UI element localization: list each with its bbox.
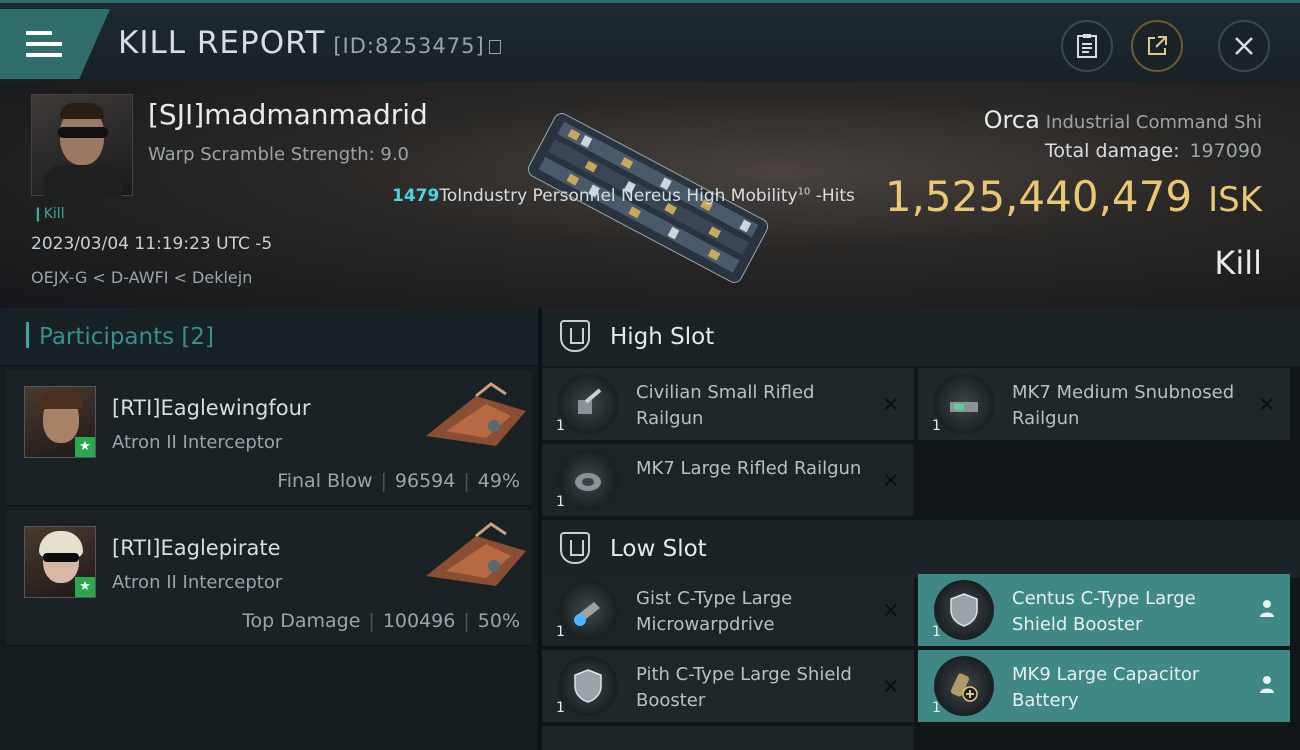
result-label: Kill	[1214, 244, 1262, 282]
copy-icon[interactable]	[488, 40, 501, 54]
victim-ship[interactable]: Orca Industrial Command Shi	[984, 106, 1262, 134]
participants-panel: Participants [2] ★ [RTI]Eaglewingfour At…	[0, 308, 538, 750]
isk-value: 1,525,440,479 ISK	[884, 172, 1262, 221]
railgun-icon	[558, 450, 618, 510]
shield-booster-icon	[934, 580, 994, 640]
module-item[interactable]: 1 Civilian Small Rifled Railgun ×	[542, 368, 914, 440]
high-slot-header: High Slot	[542, 308, 1300, 366]
star-icon: ★	[75, 437, 95, 457]
destroyed-icon: ×	[881, 674, 900, 699]
kill-datetime: 2023/03/04 11:19:23 UTC -5	[31, 234, 273, 254]
module-item[interactable]: 1 MK7 Large Rifled Railgun ×	[542, 444, 914, 516]
destroyed-icon: ×	[881, 598, 900, 623]
railgun-icon	[934, 374, 994, 434]
module-item[interactable]: 1 Pith C-Type Large Shield Booster ×	[542, 650, 914, 722]
kill-id: [ID:8253475]	[333, 34, 485, 58]
module-name: Pith C-Type Large Shield Booster	[636, 664, 852, 711]
atron-ship-image	[426, 382, 526, 446]
participant-name: [RTI]Eaglewingfour	[112, 396, 311, 420]
module-name: Civilian Small Rifled Railgun	[636, 382, 815, 429]
kill-tag: ❙Kill	[32, 206, 65, 222]
module-item-dropped[interactable]: 1 Centus C-Type Large Shield Booster	[918, 574, 1290, 646]
title-bar: KILL REPORT [ID:8253475]	[0, 0, 1300, 82]
share-icon[interactable]	[1131, 20, 1183, 72]
module-name: MK7 Medium Snubnosed Railgun	[1012, 382, 1235, 429]
ship-class: Industrial Command Shi	[1045, 112, 1262, 133]
warp-scramble-strength: Warp Scramble Strength: 9.0	[148, 144, 410, 165]
low-slot-header: Low Slot	[542, 520, 1300, 578]
destroyed-icon: ×	[881, 392, 900, 417]
high-slot-icon	[560, 320, 590, 352]
capacitor-battery-icon	[934, 656, 994, 716]
destroyed-icon: ×	[881, 468, 900, 493]
participant-avatar[interactable]: ★	[24, 386, 96, 458]
participant-ship: Atron II Interceptor	[112, 432, 283, 453]
fitting-panel: High Slot 1 Civilian Small Rifled Railgu…	[542, 308, 1300, 750]
participant-stats: Final Blow | 96594 | 49%	[277, 470, 520, 492]
microwarpdrive-icon	[558, 580, 618, 640]
victim-portrait[interactable]	[31, 94, 133, 197]
participant-row[interactable]: ★ [RTI]Eaglewingfour Atron II Intercepto…	[6, 370, 532, 506]
total-damage: Total damage: 197090	[1045, 140, 1262, 162]
destroyed-icon: ×	[1257, 392, 1276, 417]
victim-header: [SJI]madmanmadrid Warp Scramble Strength…	[0, 82, 1300, 308]
person-icon	[1258, 674, 1276, 699]
module-item[interactable]: 1 Gist C-Type Large Microwarpdrive ×	[542, 574, 914, 646]
menu-button[interactable]	[0, 9, 110, 79]
star-icon: ★	[75, 577, 95, 597]
module-name: MK9 Large Capacitor Battery	[1012, 664, 1200, 711]
participant-stats: Top Damage | 100496 | 50%	[242, 610, 520, 632]
module-item[interactable]: 1 MK7 Medium Snubnosed Railgun ×	[918, 368, 1290, 440]
hamburger-icon	[26, 31, 62, 57]
page-title: KILL REPORT [ID:8253475]	[118, 25, 501, 61]
low-slot-icon	[560, 532, 590, 564]
participants-header[interactable]: Participants [2]	[0, 308, 538, 366]
participant-ship: Atron II Interceptor	[112, 572, 283, 593]
kill-location[interactable]: OEJX-G < D-AWFI < Deklejn	[31, 268, 252, 287]
participant-avatar[interactable]: ★	[24, 526, 96, 598]
module-item-partial[interactable]	[542, 726, 914, 750]
participant-name: [RTI]Eaglepirate	[112, 536, 281, 560]
participant-row[interactable]: ★ [RTI]Eaglepirate Atron II Interceptor …	[6, 510, 532, 646]
close-icon[interactable]	[1218, 20, 1270, 72]
shield-booster-icon	[558, 656, 618, 716]
atron-ship-image	[426, 522, 526, 586]
module-item-dropped[interactable]: 1 MK9 Large Capacitor Battery	[918, 650, 1290, 722]
clipboard-icon[interactable]	[1061, 20, 1113, 72]
module-name: MK7 Large Rifled Railgun	[636, 458, 862, 479]
victim-name[interactable]: [SJI]madmanmadrid	[148, 98, 428, 131]
railgun-icon	[558, 374, 618, 434]
activity-ticker: 1479ToIndustry Personnel Nereus High Mob…	[392, 186, 855, 206]
module-name: Centus C-Type Large Shield Booster	[1012, 588, 1196, 635]
module-name: Gist C-Type Large Microwarpdrive	[636, 588, 793, 635]
person-icon	[1258, 598, 1276, 623]
